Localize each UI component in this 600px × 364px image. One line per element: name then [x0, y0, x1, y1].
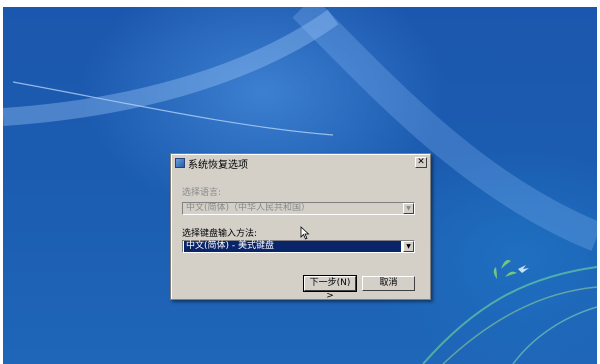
- keyboard-select[interactable]: 中文(简体) - 美式键盘 ▼: [182, 240, 415, 253]
- leaf-icon: [493, 260, 517, 279]
- bird-icon: [518, 265, 529, 273]
- cancel-button[interactable]: 取消: [362, 276, 415, 291]
- language-select: 中文(简体)（中华人民共和国） ▼: [182, 202, 415, 215]
- keyboard-value[interactable]: 中文(简体) - 美式键盘: [184, 241, 401, 252]
- system-recovery-icon: [175, 158, 185, 168]
- dialog-titlebar[interactable]: 系统恢复选项 ✕: [173, 156, 428, 171]
- chevron-down-icon[interactable]: ▼: [403, 241, 414, 252]
- dialog-title: 系统恢复选项: [188, 159, 248, 171]
- mouse-cursor-icon: [300, 226, 310, 240]
- close-button[interactable]: ✕: [415, 157, 427, 168]
- language-value: 中文(简体)（中华人民共和国）: [186, 203, 311, 213]
- chevron-down-icon: ▼: [403, 203, 414, 214]
- next-button[interactable]: 下一步(N) >: [303, 275, 357, 301]
- language-label: 选择语言:: [182, 188, 222, 198]
- keyboard-label: 选择键盘输入方法:: [182, 229, 258, 239]
